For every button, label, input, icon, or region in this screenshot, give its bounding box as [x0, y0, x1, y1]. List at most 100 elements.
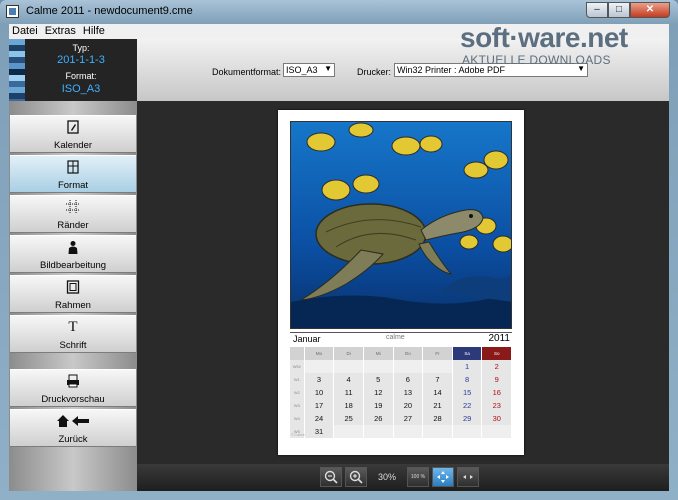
zoom-out-button[interactable] — [320, 467, 342, 487]
day-cell — [393, 360, 423, 373]
weekday-header: Di — [334, 347, 363, 360]
chevron-down-icon: ▼ — [324, 64, 332, 73]
close-button[interactable]: ✕ — [630, 2, 670, 18]
dokumentformat-label: Dokumentformat: — [212, 67, 282, 77]
nav-format[interactable]: Format — [10, 155, 136, 193]
zoom-in-icon — [349, 470, 363, 484]
nav-bildbearbeitung[interactable]: Bildbearbeitung — [10, 235, 136, 273]
day-cell: 5 — [363, 373, 393, 386]
footnote: © Calme — [291, 433, 305, 437]
menu-hilfe[interactable]: Hilfe — [80, 24, 109, 39]
title-bar[interactable]: Calme 2011 - newdocument9.cme – □ ✕ — [0, 0, 678, 24]
menu-extras[interactable]: Extras — [42, 24, 80, 39]
day-cell — [482, 425, 512, 438]
nav-raender[interactable]: Ränder — [10, 195, 136, 233]
day-cell: 21 — [423, 399, 452, 412]
menu-datei[interactable]: Datei — [9, 24, 42, 39]
typ-value: 201-1-1-3 — [57, 54, 105, 66]
actual-size-button[interactable]: 100 % — [407, 467, 429, 487]
color-stripes — [9, 39, 25, 105]
day-cell — [363, 360, 393, 373]
nav-rahmen[interactable]: Rahmen — [10, 275, 136, 313]
calendar-row: W52 1 2 — [290, 360, 512, 373]
nav-label: Rahmen — [55, 300, 91, 311]
nav-label: Druckvorschau — [41, 394, 105, 405]
preview-canvas[interactable]: Januar calme 2011 Mo Di Mi Do Fr Sa So W52 1 2 W1 3… — [137, 101, 669, 464]
day-cell — [363, 425, 393, 438]
weekday-header: Mo — [304, 347, 334, 360]
day-cell: 13 — [393, 386, 423, 399]
day-cell: 17 — [304, 399, 334, 412]
format-value: ISO_A3 — [61, 83, 101, 95]
maximize-icon: □ — [615, 4, 623, 15]
minimize-button[interactable]: – — [586, 2, 608, 18]
format-icon — [66, 160, 80, 174]
fit-width-button[interactable] — [457, 467, 479, 487]
day-cell: 12 — [363, 386, 393, 399]
nav-label: Ränder — [57, 220, 89, 231]
calendar-row: W1 3 4 5 6 7 8 9 — [290, 373, 512, 386]
week-number: W2 — [290, 386, 304, 399]
fit-page-button[interactable] — [432, 467, 454, 487]
day-cell: 29 — [452, 412, 482, 425]
day-cell: 11 — [334, 386, 363, 399]
app-window: Calme 2011 - newdocument9.cme – □ ✕ Date… — [0, 0, 678, 500]
day-cell: 25 — [334, 412, 363, 425]
dokumentformat-select[interactable]: ISO_A3 ▼ — [283, 63, 335, 77]
nav-label: Zurück — [58, 434, 88, 445]
nav-label: Schrift — [59, 340, 87, 351]
weekday-header: Do — [393, 347, 423, 360]
day-cell: 2 — [482, 360, 512, 373]
zoom-in-button[interactable] — [345, 467, 367, 487]
window-title: Calme 2011 - newdocument9.cme — [26, 5, 193, 17]
zoom-level: 30% — [378, 472, 397, 482]
frame-icon — [66, 280, 80, 294]
day-cell: 8 — [452, 373, 482, 386]
maximize-button[interactable]: □ — [608, 2, 630, 18]
calendar-header: Januar calme 2011 — [290, 332, 512, 346]
day-cell: 23 — [482, 399, 512, 412]
app-icon — [6, 5, 19, 18]
day-cell: 18 — [334, 399, 363, 412]
nav-druckvorschau[interactable]: Druckvorschau — [10, 369, 136, 407]
watermark-tagline: AKTUELLE DOWNLOADS — [462, 53, 611, 67]
drucker-label: Drucker: — [357, 67, 392, 77]
day-cell: 9 — [482, 373, 512, 386]
actual-size-label: 100 % — [410, 474, 426, 480]
window-controls: – □ ✕ — [586, 2, 670, 18]
day-cell: 28 — [423, 412, 452, 425]
weekday-header: Mi — [363, 347, 393, 360]
client-area: Typ: 201-1-1-3 Format: ISO_A3 Dokumentfo… — [9, 39, 669, 491]
typ-label: Typ: — [72, 43, 90, 53]
status-bar: 30% 100 % — [137, 464, 669, 491]
nav-schrift[interactable]: T Schrift — [10, 315, 136, 353]
calendar-row: Mo Di Mi Do Fr Sa So — [290, 347, 512, 360]
nav-zurueck[interactable]: Zurück — [10, 409, 136, 447]
week-number: W4 — [290, 412, 304, 425]
person-icon — [66, 240, 80, 254]
day-cell: 22 — [452, 399, 482, 412]
document-info-panel: Typ: 201-1-1-3 Format: ISO_A3 — [9, 39, 137, 105]
week-number: W1 — [290, 373, 304, 386]
day-cell: 7 — [423, 373, 452, 386]
day-cell: 1 — [452, 360, 482, 373]
day-cell: 26 — [363, 412, 393, 425]
day-cell — [334, 360, 363, 373]
day-cell: 3 — [304, 373, 334, 386]
calendar-row: W3 17 18 19 20 21 22 23 — [290, 399, 512, 412]
font-icon: T — [68, 318, 78, 335]
day-cell: 30 — [482, 412, 512, 425]
weekday-header: So — [482, 347, 512, 360]
day-cell: 15 — [452, 386, 482, 399]
week-number: W3 — [290, 399, 304, 412]
calendar-row: W5 31 — [290, 425, 512, 438]
fit-page-icon — [437, 471, 449, 483]
day-cell: 16 — [482, 386, 512, 399]
day-cell: 10 — [304, 386, 334, 399]
calendar-row: W2 10 11 12 13 14 15 16 — [290, 386, 512, 399]
margins-icon — [66, 200, 80, 214]
calendar-page: Januar calme 2011 Mo Di Mi Do Fr Sa So W52 1 2 W1 3… — [278, 110, 524, 455]
day-cell: 14 — [423, 386, 452, 399]
weekday-header: Fr — [423, 347, 452, 360]
nav-kalender[interactable]: Kalender — [10, 115, 136, 153]
